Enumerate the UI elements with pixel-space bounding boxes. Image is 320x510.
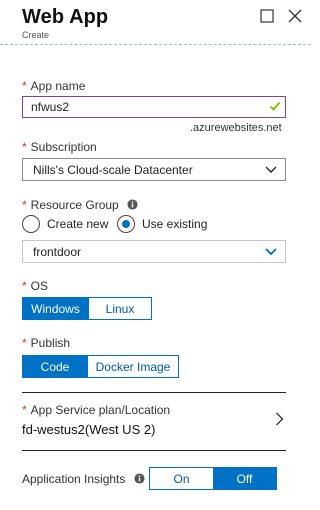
app-insights-toggle: On Off (149, 467, 277, 490)
app-name-value: nfwus2 (31, 100, 70, 114)
publish-code-button[interactable]: Code (23, 356, 87, 377)
radio-circle-checked (117, 215, 135, 233)
section-divider (22, 392, 286, 393)
subscription-label: * Subscription (22, 140, 97, 154)
radio-create-new[interactable]: Create new (22, 215, 108, 233)
subscription-dropdown[interactable]: Nills's Cloud-scale Datacenter (22, 158, 286, 181)
required-marker: * (22, 279, 27, 293)
os-linux-button[interactable]: Linux (88, 298, 151, 319)
subscription-value: Nills's Cloud-scale Datacenter (33, 163, 193, 177)
app-insights-label: Application Insights (22, 472, 145, 486)
app-service-plan-selector[interactable]: * App Service plan/Location fd-westus2(We… (22, 400, 286, 444)
resource-group-value: frontdoor (33, 245, 82, 259)
maximize-icon[interactable] (259, 8, 275, 24)
blade-header: Web App Create (0, 0, 311, 44)
radio-create-new-label: Create new (47, 217, 109, 231)
chevron-down-icon (265, 248, 277, 256)
chevron-right-icon (276, 412, 284, 426)
app-name-label: * App name (22, 79, 86, 93)
app-name-input[interactable]: nfwus2 (22, 96, 286, 118)
close-icon[interactable] (287, 8, 303, 24)
resource-group-dropdown[interactable]: frontdoor (22, 240, 286, 263)
resource-group-label: * Resource Group (22, 198, 138, 212)
app-service-plan-value: fd-westus2(West US 2) (22, 422, 156, 437)
required-marker: * (22, 403, 27, 417)
radio-circle-unchecked (22, 215, 40, 233)
blade-subtitle: Create (22, 30, 50, 40)
required-marker: * (22, 336, 27, 350)
header-divider (0, 44, 311, 45)
required-marker: * (22, 140, 27, 154)
app-name-suffix: .azurewebsites.net (190, 122, 282, 134)
app-insights-on-button[interactable]: On (150, 468, 213, 489)
valid-check-icon (269, 101, 281, 111)
radio-use-existing-label: Use existing (142, 217, 208, 231)
chevron-down-icon (265, 166, 277, 173)
required-marker: * (22, 79, 27, 93)
publish-toggle: Code Docker Image (22, 355, 179, 378)
info-icon[interactable] (127, 199, 138, 210)
os-windows-button[interactable]: Windows (23, 298, 88, 319)
info-icon[interactable] (134, 473, 145, 484)
app-service-plan-label: * App Service plan/Location (22, 403, 171, 417)
app-insights-off-button[interactable]: Off (213, 468, 276, 489)
radio-use-existing[interactable]: Use existing (117, 215, 207, 233)
publish-label: * Publish (22, 336, 71, 350)
publish-docker-button[interactable]: Docker Image (87, 356, 178, 377)
required-marker: * (22, 198, 27, 212)
os-toggle: Windows Linux (22, 297, 152, 320)
os-label: * OS (22, 279, 49, 293)
blade-title: Web App (22, 6, 109, 28)
section-divider (22, 450, 286, 451)
